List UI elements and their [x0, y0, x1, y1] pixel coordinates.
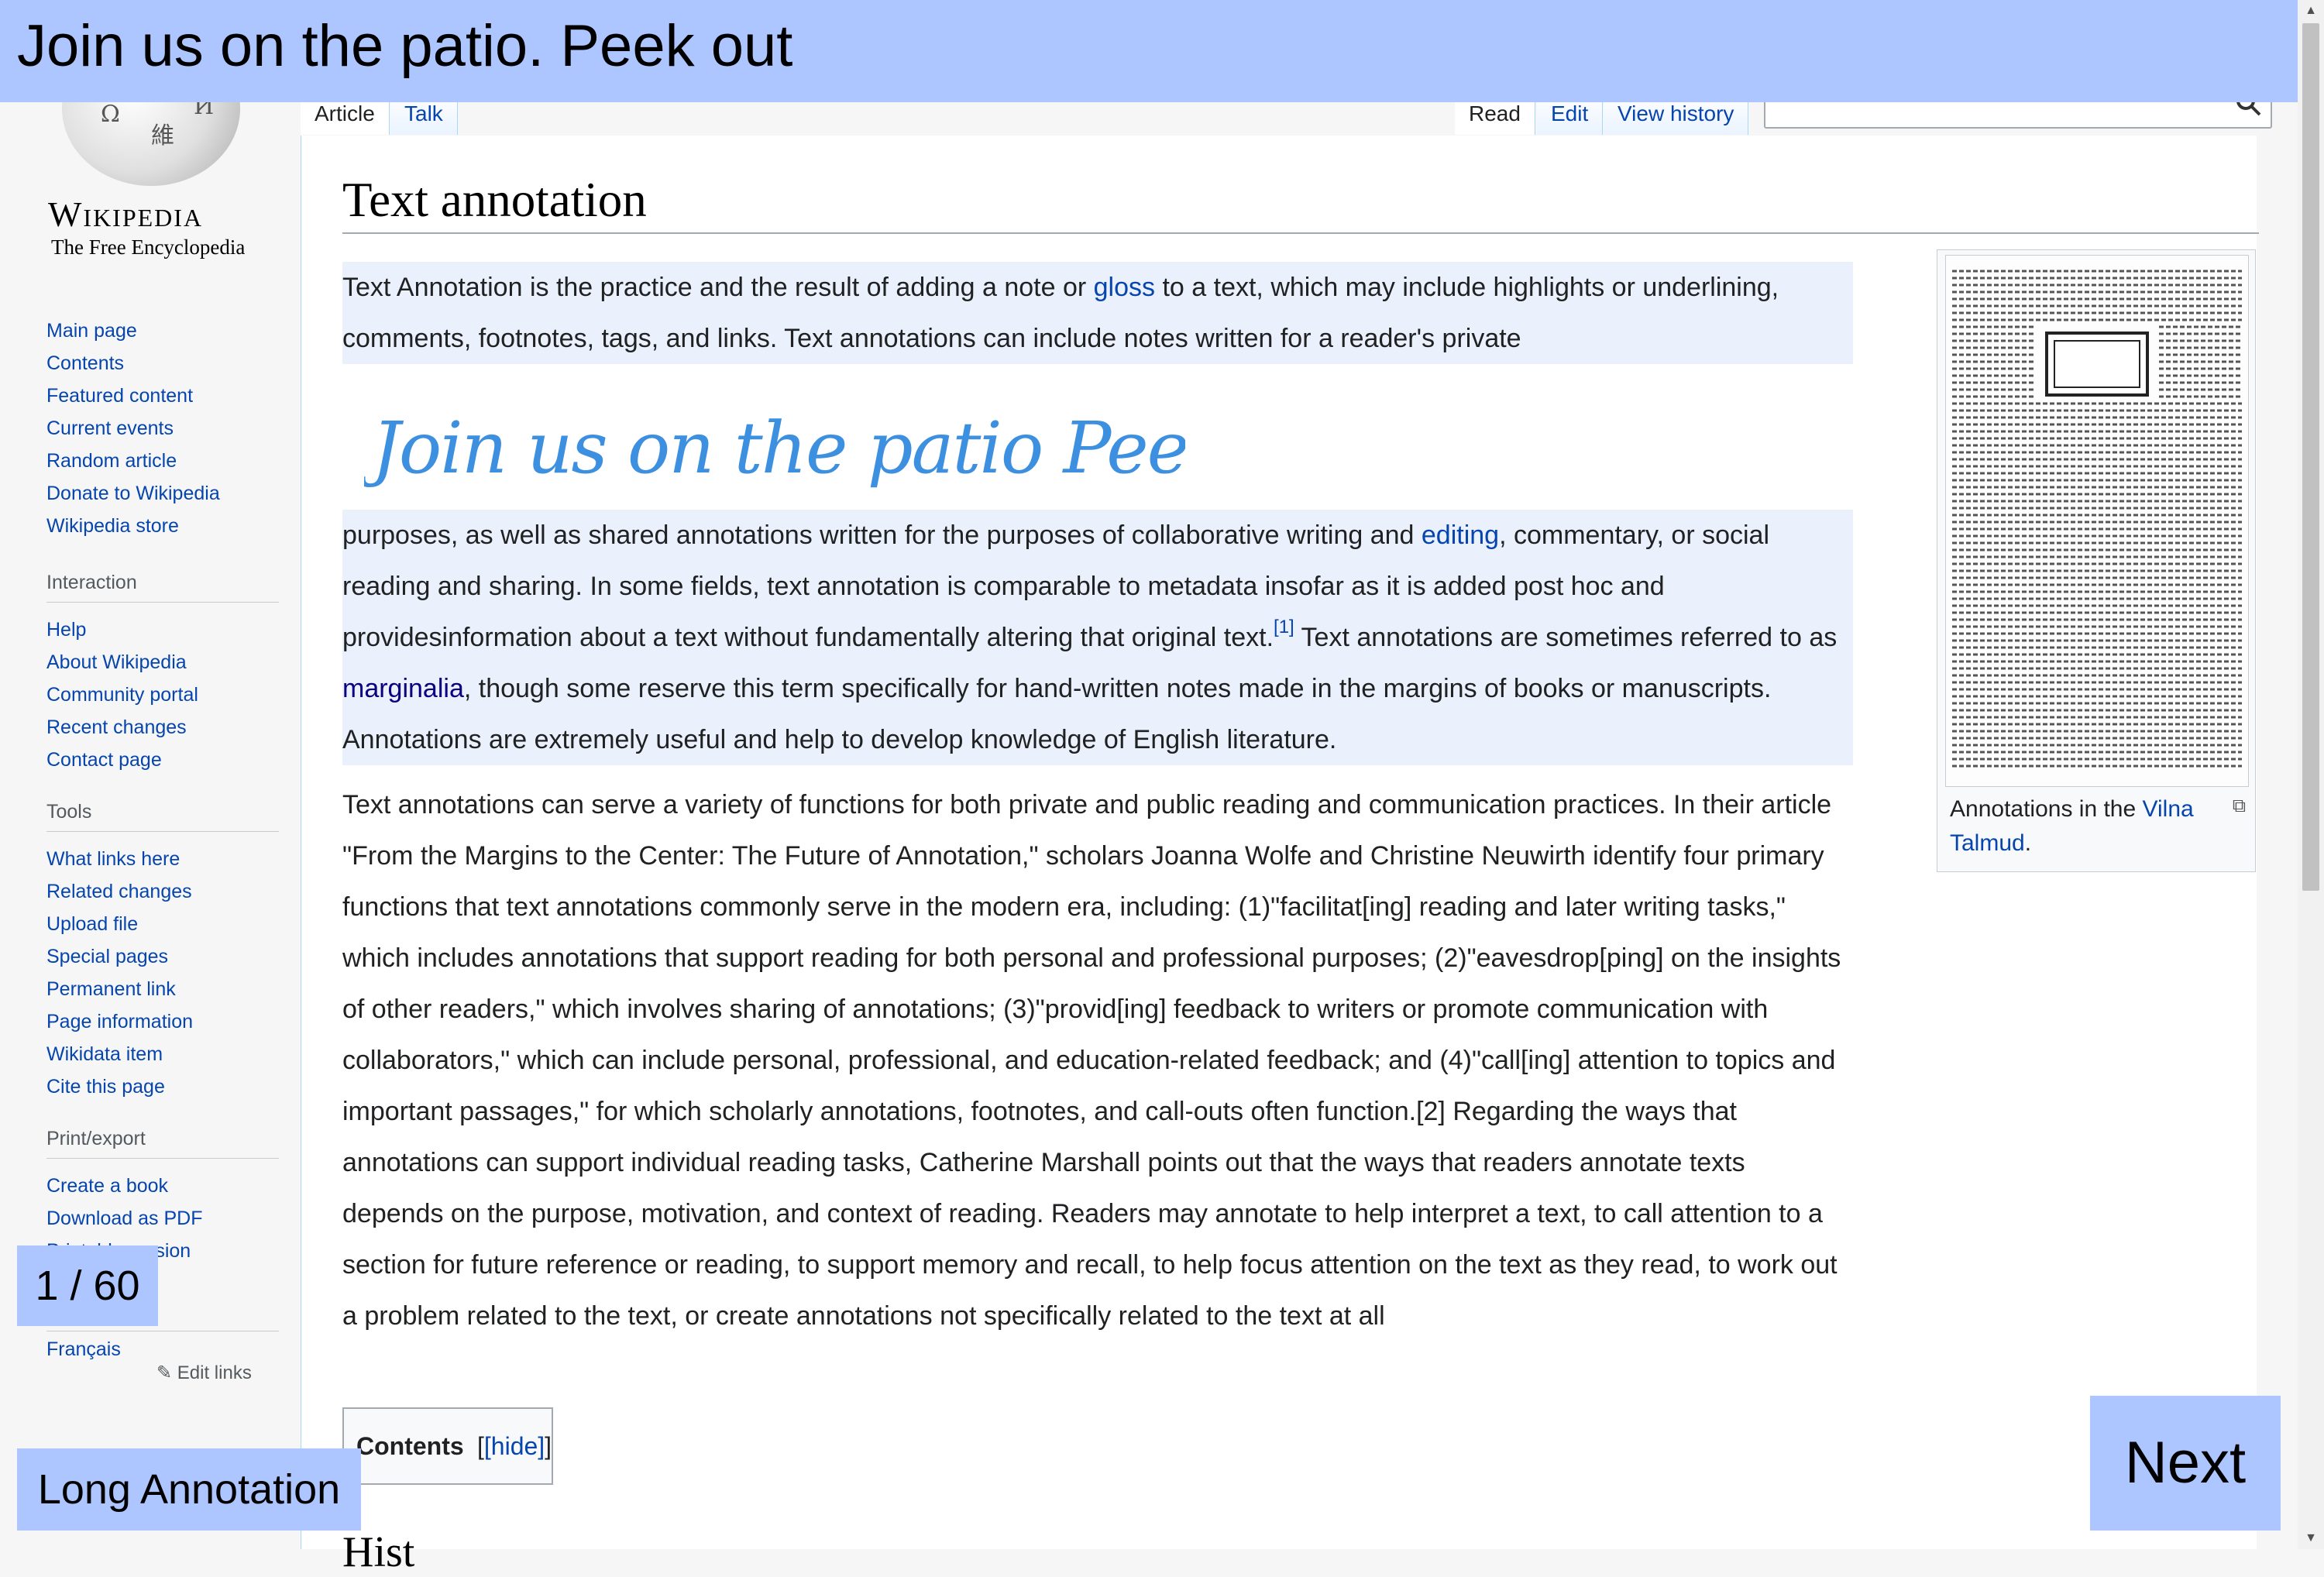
edit-links-label: Edit links	[177, 1362, 252, 1383]
sidebar-link[interactable]: Recent changes	[46, 711, 279, 744]
sidebar-link[interactable]: Related changes	[46, 875, 279, 908]
sidebar-link[interactable]: Page information	[46, 1005, 279, 1038]
gloss-link[interactable]: gloss	[1094, 273, 1155, 302]
sidebar-link[interactable]: Wikidata item	[46, 1038, 279, 1070]
section-heading-partial: Hist	[342, 1528, 415, 1576]
sidebar-link[interactable]: Donate to Wikipedia	[46, 477, 279, 510]
caption-text: .	[2024, 830, 2032, 856]
sidebar-link[interactable]: Cite this page	[46, 1070, 279, 1103]
scrollbar-thumb[interactable]	[2302, 23, 2319, 891]
long-annotation-button[interactable]: Long Annotation	[17, 1448, 361, 1531]
paragraph-functions: Text annotations can serve a variety of …	[342, 790, 1841, 1331]
text-run: Text Annotation is the practice and the …	[342, 273, 1094, 302]
toc-title: Contents	[356, 1432, 464, 1460]
enlarge-icon[interactable]: ⧉	[2233, 795, 2246, 817]
next-button[interactable]: Next	[2090, 1396, 2281, 1531]
handwritten-note-text: Join us on the patio Peek out	[364, 407, 1185, 490]
sidebar-languages: Français	[46, 1331, 279, 1366]
vilna-talmud-image[interactable]	[1945, 255, 2249, 787]
toc-hide-link[interactable]: [hide]	[484, 1432, 545, 1460]
toc-hide-toggle[interactable]: [[hide]]	[477, 1432, 552, 1461]
sidebar-link[interactable]: Special pages	[46, 940, 279, 973]
paragraph-continued: purposes, as well as shared annotations …	[342, 510, 1853, 765]
sidebar-link[interactable]: Random article	[46, 445, 279, 477]
caption-text: Annotations in the	[1950, 796, 2143, 822]
sidebar-link[interactable]: Download as PDF	[46, 1202, 279, 1235]
talmud-page-illustration	[1946, 256, 2248, 786]
edit-links-button[interactable]: ✎ Edit links	[156, 1362, 252, 1384]
sidebar-link[interactable]: Create a book	[46, 1170, 279, 1202]
sidebar-link[interactable]: Help	[46, 613, 279, 646]
sidebar-link[interactable]: Wikipedia store	[46, 510, 279, 542]
sidebar-link[interactable]: Main page	[46, 314, 279, 347]
pencil-icon: ✎	[156, 1362, 173, 1383]
sidebar-navigation: Main page Contents Featured content Curr…	[46, 314, 279, 542]
sidebar-link[interactable]: Contact page	[46, 744, 279, 776]
sidebar-interaction: Interaction Help About Wikipedia Communi…	[46, 572, 279, 776]
page-scrollbar[interactable]: ▲ ▼	[2298, 0, 2324, 1549]
marginalia-link[interactable]: marginalia	[342, 674, 464, 703]
wikipedia-wordmark[interactable]: Wikipedia	[48, 194, 203, 235]
sidebar-link[interactable]: Upload file	[46, 908, 279, 940]
page-counter: 1 / 60	[17, 1245, 158, 1326]
sidebar-link[interactable]: Community portal	[46, 679, 279, 711]
table-of-contents: Contents [[hide]]	[342, 1407, 553, 1485]
thumbnail-caption: Annotations in the Vilna Talmud.	[1950, 792, 2213, 861]
sidebar-link[interactable]: Contents	[46, 347, 279, 380]
sidebar-link[interactable]: Featured content	[46, 380, 279, 412]
wikipedia-tagline: The Free Encyclopedia	[51, 235, 246, 259]
banner-text: Join us on the patio. Peek out	[17, 13, 793, 79]
sidebar-heading: Print/export	[46, 1128, 279, 1159]
language-link[interactable]: Français	[46, 1333, 279, 1366]
sidebar-link[interactable]: Permanent link	[46, 973, 279, 1005]
text-run: Text annotations are sometimes referred …	[1294, 623, 1838, 652]
sidebar-link[interactable]: What links here	[46, 843, 279, 875]
sidebar-link[interactable]: Current events	[46, 412, 279, 445]
scroll-down-arrow[interactable]: ▼	[2298, 1527, 2324, 1549]
annotation-banner: Join us on the patio. Peek out	[0, 0, 2298, 102]
thumbnail-figure: Annotations in the Vilna Talmud. ⧉	[1937, 249, 2256, 872]
sidebar-tools: Tools What links here Related changes Up…	[46, 801, 279, 1103]
scroll-up-arrow[interactable]: ▲	[2298, 0, 2324, 22]
editing-link[interactable]: editing	[1422, 521, 1499, 550]
text-run: purposes, as well as shared annotations …	[342, 521, 1422, 550]
sidebar-heading: Tools	[46, 801, 279, 832]
paragraph-intro: Text Annotation is the practice and the …	[342, 262, 1853, 364]
handwritten-annotation: Join us on the patio Peek out	[364, 407, 1185, 490]
sidebar-link[interactable]: About Wikipedia	[46, 646, 279, 679]
title-divider	[342, 232, 2259, 234]
sidebar-heading: Interaction	[46, 572, 279, 603]
puzzle-glyph: Ω	[101, 101, 120, 128]
text-run: , though some reserve this term specific…	[342, 674, 1772, 754]
reference-link[interactable]: [1]	[1274, 617, 1294, 637]
page-title: Text annotation	[342, 173, 647, 227]
puzzle-glyph: 維	[151, 122, 174, 149]
